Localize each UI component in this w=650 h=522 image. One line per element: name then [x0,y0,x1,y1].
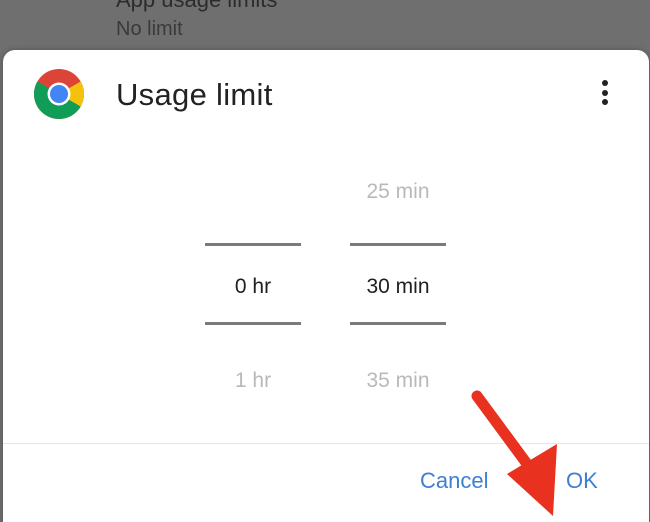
minutes-previous-value[interactable]: 25 min [350,179,446,205]
hours-picker-bottom-line [205,322,301,325]
background-setting-app-usage-limits: App usage limits No limit [116,0,277,42]
hours-picker[interactable]: 0 hr 1 hr [205,50,301,440]
dialog-header: Usage limit [3,50,649,142]
annotation-arrow-icon [471,390,557,516]
hours-picker-top-line [205,243,301,246]
background-setting-subtitle: No limit [116,18,183,40]
usage-limit-dialog: Usage limit 0 hr 1 hr 25 min 30 min 35 m… [3,50,649,522]
minutes-picker-bottom-line [350,322,446,325]
minutes-selected-value[interactable]: 30 min [350,274,446,300]
minutes-picker-top-line [350,243,446,246]
chrome-icon [34,69,84,119]
background-setting-title: App usage limits [116,0,277,14]
screen: App usage limits No limit Usage limit 0 … [0,0,650,522]
more-vert-icon[interactable] [593,80,617,110]
hours-selected-value[interactable]: 0 hr [205,274,301,300]
minutes-picker[interactable]: 25 min 30 min 35 min [350,50,446,440]
minutes-next-value[interactable]: 35 min [350,368,446,394]
hours-next-value[interactable]: 1 hr [205,368,301,394]
